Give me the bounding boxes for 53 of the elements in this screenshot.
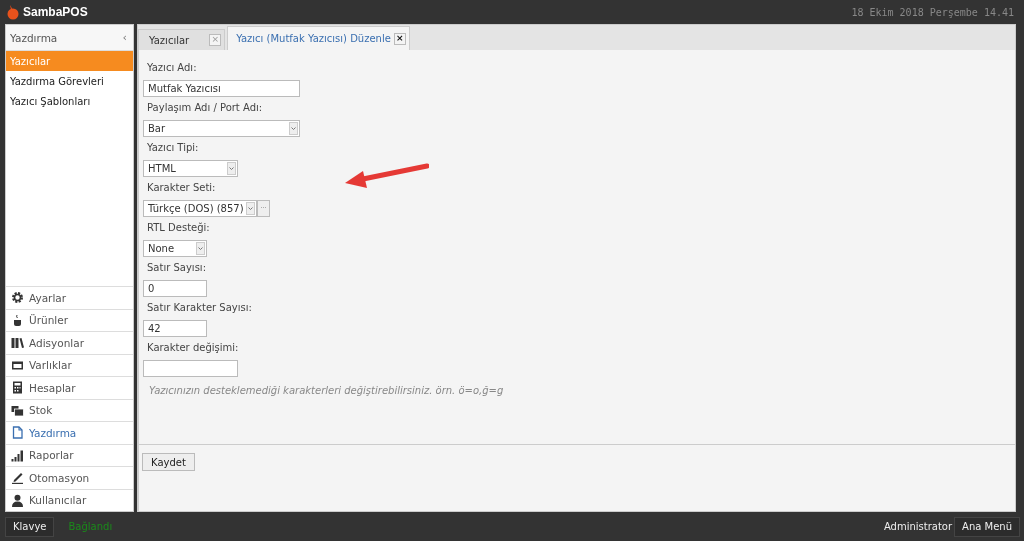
tab[interactable]: Yazıcı (Mutfak Yazıcısı) Düzenle × bbox=[227, 26, 410, 50]
save-button[interactable]: Kaydet bbox=[142, 453, 195, 471]
field-label: Satır Sayısı: bbox=[146, 261, 206, 275]
dropdown[interactable]: None bbox=[143, 240, 207, 257]
dropdown[interactable]: HTML bbox=[143, 160, 238, 177]
nav-item[interactable]: Stok bbox=[6, 398, 133, 421]
field-label: Satır Karakter Sayısı: bbox=[146, 301, 252, 315]
input-field[interactable]: 42 bbox=[143, 320, 207, 337]
sidebar-item[interactable]: Yazdırma Görevleri bbox=[6, 71, 133, 91]
nav-item[interactable]: Raporlar bbox=[6, 443, 133, 466]
input-field[interactable]: 0 bbox=[143, 280, 207, 297]
stack-icon bbox=[11, 403, 24, 417]
collapse-button[interactable]: ‹ bbox=[122, 31, 127, 44]
main-menu-button[interactable]: Ana Menü bbox=[954, 516, 1020, 537]
input-field[interactable] bbox=[143, 360, 238, 377]
cup-icon bbox=[11, 313, 24, 327]
field-label: Yazıcı Tipi: bbox=[146, 141, 199, 155]
nav-item[interactable]: Ayarlar bbox=[6, 286, 133, 309]
document-icon bbox=[11, 426, 24, 440]
user-name: Administrator bbox=[883, 521, 953, 532]
dropdown[interactable]: Türkçe (DOS) (857) bbox=[143, 200, 257, 217]
user-icon bbox=[11, 493, 24, 507]
tab-label[interactable]: Yazıcı (Mutfak Yazıcısı) Düzenle bbox=[236, 33, 391, 44]
dropdown[interactable]: Bar bbox=[143, 120, 300, 137]
field-label: Karakter değişimi: bbox=[146, 341, 239, 355]
nav-item[interactable]: Otomasyon bbox=[6, 466, 133, 489]
close-button[interactable]: × bbox=[393, 32, 406, 45]
nav-item[interactable]: Adisyonlar bbox=[6, 331, 133, 354]
nav-item[interactable]: Hesaplar bbox=[6, 376, 133, 399]
field-label: Karakter Seti: bbox=[146, 181, 216, 195]
gear-icon bbox=[11, 291, 24, 305]
keyboard-button[interactable]: Klavye bbox=[5, 516, 55, 537]
hint-text: Yazıcınızın desteklemediği karakterleri değiştirebilirsiniz. örn. ö=o,ğ=g bbox=[148, 384, 505, 396]
nav-item[interactable]: Ürünler bbox=[6, 308, 133, 331]
pen-icon bbox=[11, 471, 24, 485]
books-icon bbox=[11, 336, 24, 350]
field-label: Paylaşım Adı / Port Adı: bbox=[146, 101, 263, 115]
date-time: 18 Ekim 2018 Perşembe 14.41 bbox=[851, 6, 1014, 18]
nav-item[interactable]: Varlıklar bbox=[6, 353, 133, 376]
nav-item[interactable]: Yazdırma bbox=[6, 421, 133, 444]
logo-icon bbox=[6, 4, 20, 20]
sidebar-item[interactable]: Yazıcı Şablonları bbox=[6, 91, 133, 111]
field-label: RTL Desteği: bbox=[146, 221, 210, 235]
connection-status: Bağlandı bbox=[68, 521, 113, 532]
app-logo: SambaPOS bbox=[23, 5, 88, 19]
sidebar-title: Yazdırma bbox=[10, 31, 58, 44]
tab-label[interactable]: Yazıcılar bbox=[149, 34, 190, 46]
tab[interactable]: Yazıcılar × bbox=[138, 29, 226, 50]
nav-item[interactable]: Kullanıcılar bbox=[6, 488, 133, 511]
calculator-icon bbox=[11, 381, 24, 395]
input-field[interactable]: Mutfak Yazıcısı bbox=[143, 80, 300, 97]
bar-chart-icon bbox=[11, 448, 24, 462]
field-label: Yazıcı Adı: bbox=[146, 61, 197, 75]
